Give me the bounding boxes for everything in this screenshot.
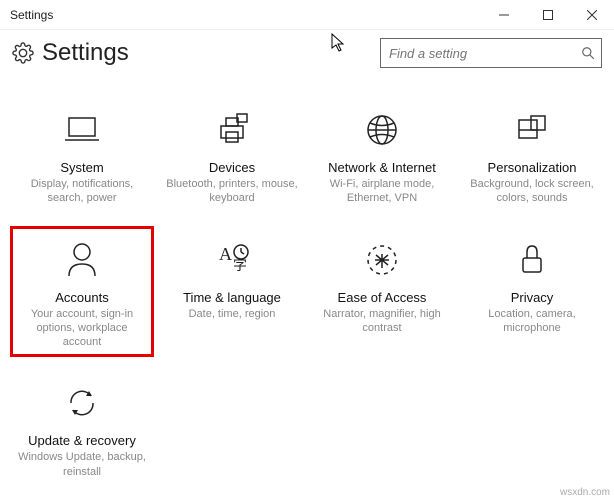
- laptop-icon: [16, 104, 148, 156]
- settings-grid: System Display, notifications, search, p…: [0, 80, 614, 487]
- tile-title: Privacy: [466, 290, 598, 305]
- minimize-button[interactable]: [482, 0, 526, 29]
- tile-system[interactable]: System Display, notifications, search, p…: [10, 96, 154, 214]
- tile-title: Network & Internet: [316, 160, 448, 175]
- tile-desc: Display, notifications, search, power: [16, 177, 148, 206]
- search-box[interactable]: [380, 38, 602, 68]
- tile-desc: Windows Update, backup, reinstall: [16, 450, 148, 479]
- window-buttons: [482, 0, 614, 29]
- tile-privacy[interactable]: Privacy Location, camera, microphone: [460, 226, 604, 358]
- tile-ease-of-access[interactable]: Ease of Access Narrator, magnifier, high…: [310, 226, 454, 358]
- page-title: Settings: [42, 39, 129, 67]
- tile-update-recovery[interactable]: Update & recovery Windows Update, backup…: [10, 369, 154, 487]
- gear-icon: [12, 42, 34, 64]
- tile-desc: Background, lock screen, colors, sounds: [466, 177, 598, 206]
- tile-desc: Wi-Fi, airplane mode, Ethernet, VPN: [316, 177, 448, 206]
- tile-devices[interactable]: Devices Bluetooth, printers, mouse, keyb…: [160, 96, 304, 214]
- tile-desc: Bluetooth, printers, mouse, keyboard: [166, 177, 298, 206]
- printer-icon: [166, 104, 298, 156]
- watermark: wsxdn.com: [560, 487, 610, 498]
- globe-icon: [316, 104, 448, 156]
- tile-desc: Your account, sign-in options, workplace…: [16, 307, 148, 350]
- ease-of-access-icon: [316, 234, 448, 286]
- tile-title: Devices: [166, 160, 298, 175]
- svg-text:A: A: [219, 244, 232, 264]
- tile-title: Update & recovery: [16, 433, 148, 448]
- tile-title: Ease of Access: [316, 290, 448, 305]
- tile-desc: Narrator, magnifier, high contrast: [316, 307, 448, 336]
- tile-accounts[interactable]: Accounts Your account, sign-in options, …: [10, 226, 154, 358]
- lock-icon: [466, 234, 598, 286]
- search-input[interactable]: [381, 39, 601, 67]
- search-icon[interactable]: [581, 46, 595, 60]
- titlebar: Settings: [0, 0, 614, 30]
- tile-desc: Location, camera, microphone: [466, 307, 598, 336]
- window-title: Settings: [10, 8, 53, 22]
- tile-network[interactable]: Network & Internet Wi-Fi, airplane mode,…: [310, 96, 454, 214]
- tile-personalization[interactable]: Personalization Background, lock screen,…: [460, 96, 604, 214]
- personalization-icon: [466, 104, 598, 156]
- tile-desc: Date, time, region: [166, 307, 298, 321]
- close-button[interactable]: [570, 0, 614, 29]
- maximize-button[interactable]: [526, 0, 570, 29]
- tile-title: Accounts: [16, 290, 148, 305]
- sync-icon: [16, 377, 148, 429]
- tile-time-language[interactable]: A字 Time & language Date, time, region: [160, 226, 304, 358]
- tile-title: Time & language: [166, 290, 298, 305]
- header: Settings: [0, 30, 614, 80]
- tile-title: System: [16, 160, 148, 175]
- time-language-icon: A字: [166, 234, 298, 286]
- person-icon: [16, 234, 148, 286]
- tile-title: Personalization: [466, 160, 598, 175]
